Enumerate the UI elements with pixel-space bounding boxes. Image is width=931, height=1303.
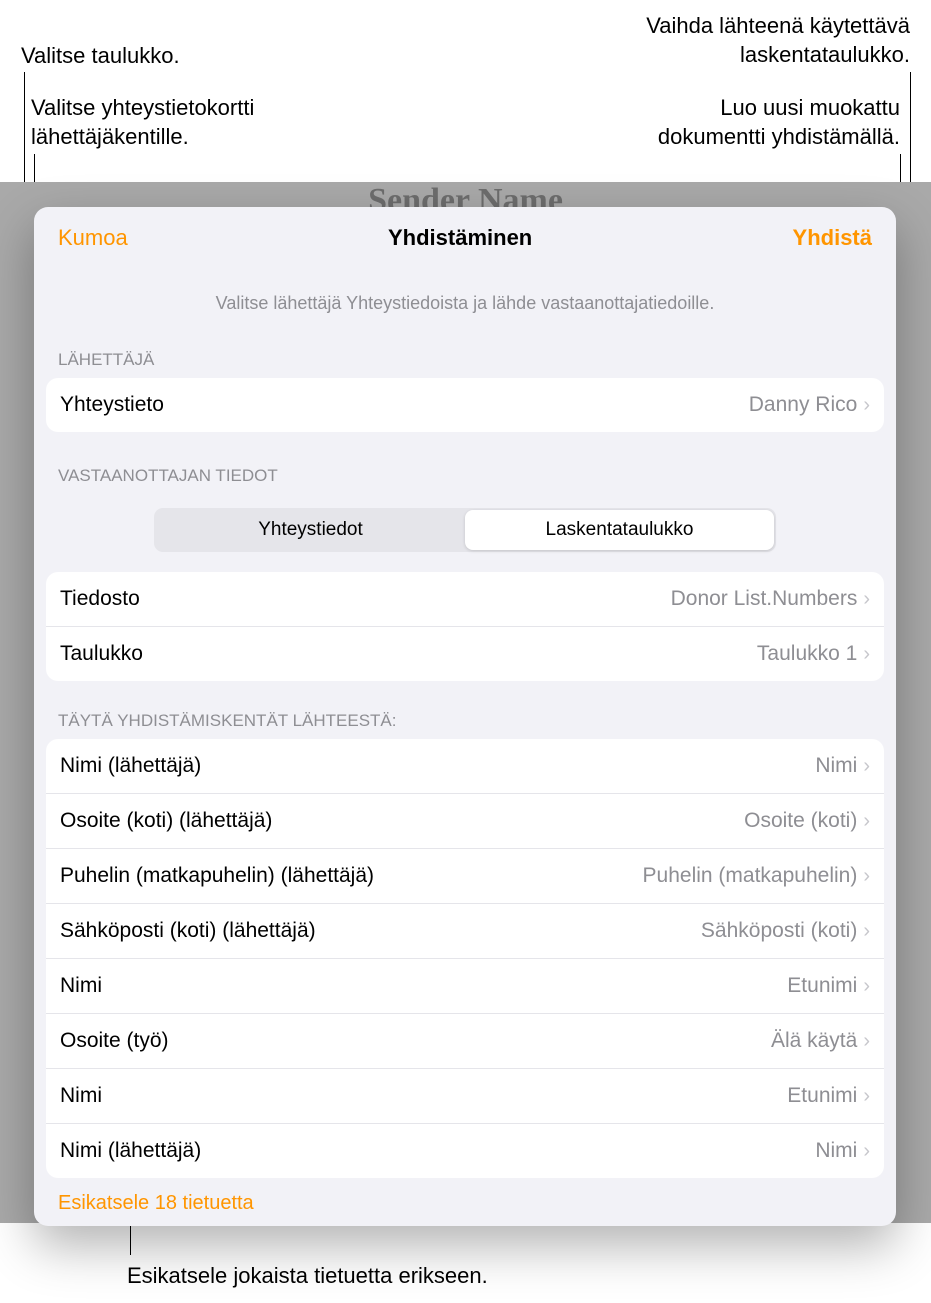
section-header-fields: TÄYTÄ YHDISTÄMISKENTÄT LÄHTEESTÄ: xyxy=(34,681,896,739)
section-header-recipient: VASTAANOTTAJAN TIEDOT xyxy=(34,432,896,494)
table-row[interactable]: Taulukko Taulukko 1 › xyxy=(46,627,884,681)
modal-header: Kumoa Yhdistäminen Yhdistä xyxy=(34,207,896,265)
row-value: Danny Rico xyxy=(749,393,858,417)
row-label: Osoite (koti) (lähettäjä) xyxy=(60,809,744,833)
chevron-right-icon: › xyxy=(863,755,870,778)
merge-button[interactable]: Yhdistä xyxy=(793,225,872,251)
cancel-button[interactable]: Kumoa xyxy=(58,225,128,251)
callout-text: Vaihda lähteenä käytettävä xyxy=(646,12,910,41)
row-label: Nimi (lähettäjä) xyxy=(60,1139,815,1163)
section-header-sender: LÄHETTÄJÄ xyxy=(34,332,896,378)
row-value: Donor List.Numbers xyxy=(671,587,858,611)
field-row[interactable]: Osoite (työ) Älä käytä › xyxy=(46,1014,884,1069)
chevron-right-icon: › xyxy=(863,975,870,998)
row-value: Nimi xyxy=(815,754,857,778)
source-group: Tiedosto Donor List.Numbers › Taulukko T… xyxy=(46,572,884,681)
callout-create-merged: Luo uusi muokattu dokumentti yhdistämäll… xyxy=(658,94,900,151)
callout-text: dokumentti yhdistämällä. xyxy=(658,123,900,152)
chevron-right-icon: › xyxy=(863,588,870,611)
field-row[interactable]: Osoite (koti) (lähettäjä) Osoite (koti) … xyxy=(46,794,884,849)
callout-line xyxy=(130,1225,131,1255)
segment-spreadsheet[interactable]: Laskentataulukko xyxy=(465,510,774,550)
row-label: Nimi xyxy=(60,1084,787,1108)
modal-title: Yhdistäminen xyxy=(388,225,532,251)
row-value: Taulukko 1 xyxy=(757,642,857,666)
field-row[interactable]: Sähköposti (koti) (lähettäjä) Sähköposti… xyxy=(46,904,884,959)
chevron-right-icon: › xyxy=(863,865,870,888)
row-value: Etunimi xyxy=(787,974,857,998)
row-label: Tiedosto xyxy=(60,587,671,611)
field-row[interactable]: Nimi Etunimi › xyxy=(46,1069,884,1124)
mail-merge-modal: Kumoa Yhdistäminen Yhdistä Valitse lähet… xyxy=(34,207,896,1226)
field-row[interactable]: Nimi (lähettäjä) Nimi › xyxy=(46,739,884,794)
row-value: Puhelin (matkapuhelin) xyxy=(643,864,858,888)
chevron-right-icon: › xyxy=(863,1085,870,1108)
source-segmented-control[interactable]: Yhteystiedot Laskentataulukko xyxy=(154,508,776,552)
chevron-right-icon: › xyxy=(863,920,870,943)
sender-group: Yhteystieto Danny Rico › xyxy=(46,378,884,432)
modal-subtitle: Valitse lähettäjä Yhteystiedoista ja läh… xyxy=(34,265,896,332)
chevron-right-icon: › xyxy=(863,643,870,666)
file-row[interactable]: Tiedosto Donor List.Numbers › xyxy=(46,572,884,627)
row-label: Puhelin (matkapuhelin) (lähettäjä) xyxy=(60,864,643,888)
chevron-right-icon: › xyxy=(863,394,870,417)
callout-select-contact: Valitse yhteystietokortti lähettäjäkenti… xyxy=(31,94,254,151)
row-label: Nimi (lähettäjä) xyxy=(60,754,815,778)
preview-records-link[interactable]: Esikatsele 18 tietuetta xyxy=(34,1178,896,1226)
callout-change-source: Vaihda lähteenä käytettävä laskentataulu… xyxy=(646,12,910,69)
chevron-right-icon: › xyxy=(863,1140,870,1163)
chevron-right-icon: › xyxy=(863,1030,870,1053)
row-label: Yhteystieto xyxy=(60,393,749,417)
field-row[interactable]: Nimi (lähettäjä) Nimi › xyxy=(46,1124,884,1178)
fields-group: Nimi (lähettäjä) Nimi › Osoite (koti) (l… xyxy=(46,739,884,1178)
callout-text: laskentataulukko. xyxy=(646,41,910,70)
callout-text: Luo uusi muokattu xyxy=(658,94,900,123)
row-value: Etunimi xyxy=(787,1084,857,1108)
row-label: Sähköposti (koti) (lähettäjä) xyxy=(60,919,701,943)
chevron-right-icon: › xyxy=(863,810,870,833)
row-value: Sähköposti (koti) xyxy=(701,919,857,943)
row-label: Taulukko xyxy=(60,642,757,666)
row-value: Nimi xyxy=(815,1139,857,1163)
field-row[interactable]: Nimi Etunimi › xyxy=(46,959,884,1014)
callout-text: lähettäjäkentille. xyxy=(31,123,254,152)
callout-preview: Esikatsele jokaista tietuetta erikseen. xyxy=(127,1262,488,1291)
row-value: Älä käytä xyxy=(771,1029,857,1053)
segment-contacts[interactable]: Yhteystiedot xyxy=(156,510,465,550)
row-label: Osoite (työ) xyxy=(60,1029,771,1053)
row-label: Nimi xyxy=(60,974,787,998)
field-row[interactable]: Puhelin (matkapuhelin) (lähettäjä) Puhel… xyxy=(46,849,884,904)
callout-select-table: Valitse taulukko. xyxy=(21,42,180,71)
callout-text: Valitse yhteystietokortti xyxy=(31,94,254,123)
sender-contact-row[interactable]: Yhteystieto Danny Rico › xyxy=(46,378,884,432)
row-value: Osoite (koti) xyxy=(744,809,857,833)
